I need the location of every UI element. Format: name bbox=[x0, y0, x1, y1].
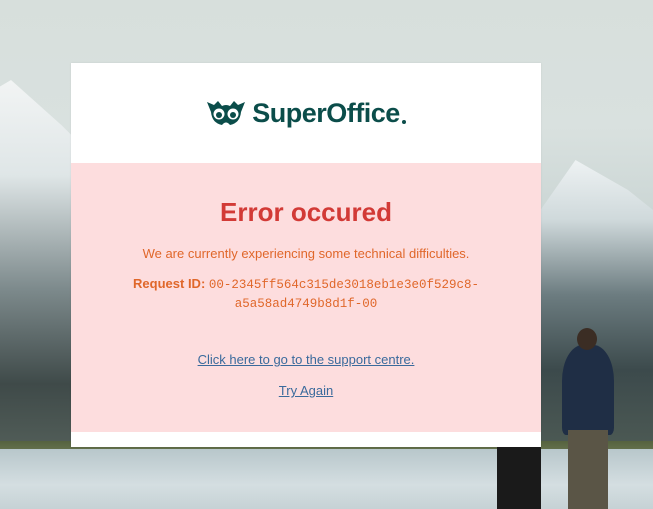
card-header: SuperOffice bbox=[71, 63, 541, 163]
superoffice-logo: SuperOffice bbox=[206, 98, 406, 129]
registered-mark bbox=[401, 120, 406, 124]
person-right-legs bbox=[568, 430, 608, 509]
lake bbox=[0, 449, 653, 509]
request-id-value: 00-2345ff564c315de3018eb1e3e0f529c8-a5a5… bbox=[208, 278, 479, 311]
owl-eyes-icon bbox=[207, 101, 246, 125]
brand-name: SuperOffice bbox=[252, 97, 400, 128]
person-left-legs bbox=[497, 440, 541, 509]
error-message: We are currently experiencing some techn… bbox=[142, 246, 470, 261]
person-right bbox=[562, 345, 614, 435]
card-footer bbox=[71, 432, 541, 447]
person-right-head bbox=[577, 328, 597, 350]
request-id-block: Request ID: 00-2345ff564c315de3018eb1e3e… bbox=[126, 275, 486, 313]
request-id-label: Request ID: bbox=[133, 276, 206, 291]
error-title: Error occured bbox=[220, 197, 392, 227]
try-again-link[interactable]: Try Again bbox=[279, 383, 333, 398]
error-card: SuperOffice Error occured We are current… bbox=[71, 63, 541, 447]
error-panel: Error occured We are currently experienc… bbox=[71, 163, 541, 432]
support-centre-link[interactable]: Click here to go to the support centre. bbox=[198, 352, 415, 367]
